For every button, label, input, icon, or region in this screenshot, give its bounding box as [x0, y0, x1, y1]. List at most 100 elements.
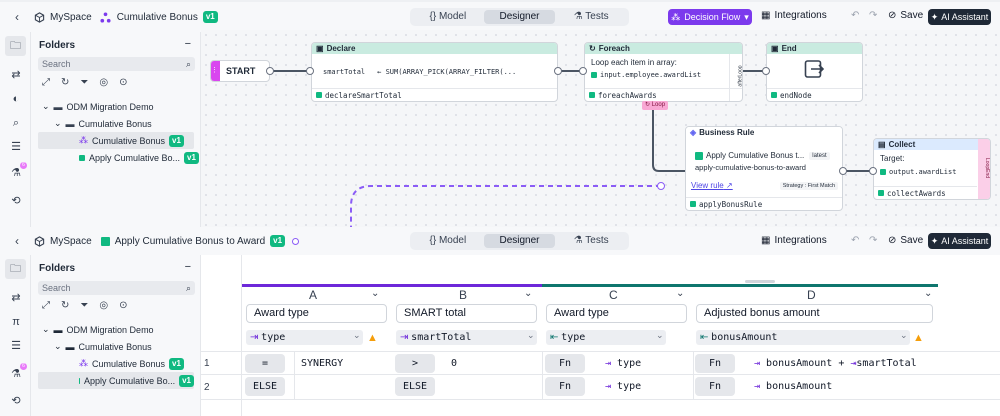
row1-a-operator[interactable]: =	[245, 354, 285, 373]
chevron-down-icon[interactable]: ⌄	[353, 330, 361, 341]
tree-item-cumulative-bonus[interactable]: ⁂ Cumulative Bonus v1	[31, 355, 201, 372]
column-name-b[interactable]: SMART total	[396, 304, 537, 323]
column-type-d[interactable]: ⇤ bonusAmount	[696, 330, 910, 345]
space-link[interactable]: MySpace	[50, 236, 92, 247]
redo-icon[interactable]: ↷	[869, 235, 877, 246]
row1-c-value[interactable]: ⇥ type	[605, 354, 641, 373]
refresh-icon[interactable]: ↻	[61, 77, 69, 88]
pi-icon[interactable]: π	[9, 315, 23, 329]
folder-icon[interactable]: 🗀	[5, 36, 26, 56]
start-port[interactable]	[266, 67, 274, 75]
row1-a-value[interactable]: SYNERGY	[301, 354, 343, 373]
column-type-b[interactable]: ⇥ smartTotal	[396, 330, 537, 345]
warning-icon[interactable]: ▲	[913, 332, 926, 344]
drag-handle-icon[interactable]: ⋮⋮	[211, 61, 225, 81]
branch-icon[interactable]: ⇄	[9, 291, 23, 305]
tab-tests[interactable]: ⚗ Tests	[555, 234, 627, 248]
tree-item-cumulative-folder[interactable]: ⌄ ▬ Cumulative Bonus	[31, 338, 201, 355]
collapse-icon[interactable]: −	[185, 38, 191, 50]
search-input[interactable]: Search ⌕	[38, 57, 195, 71]
foreach-node[interactable]: ↻ Foreach Loop each item in array: input.…	[584, 42, 743, 102]
ai-assistant-button[interactable]: ✦ AI Assistant	[928, 9, 991, 25]
filter-icon[interactable]: ⏷	[80, 77, 88, 88]
row2-b-operator[interactable]: ELSE	[395, 377, 435, 396]
tree-item-apply-bonus[interactable]: Apply Cumulative Bo... v1	[38, 372, 194, 389]
list-icon[interactable]: ☰	[9, 339, 23, 353]
back-icon[interactable]: ‹	[9, 10, 25, 24]
rule-out-port[interactable]	[839, 167, 847, 175]
tree-item-cumulative-folder[interactable]: ⌄ ▬ Cumulative Bonus	[31, 115, 201, 132]
view-rule-link[interactable]: View rule ↗	[691, 181, 733, 190]
declare-out-port[interactable]	[554, 67, 562, 75]
row1-d-operator[interactable]: Fn	[695, 354, 735, 373]
column-type-a[interactable]: ⇥ type	[246, 330, 363, 345]
target-icon[interactable]: ◎	[99, 77, 108, 88]
chevron-down-icon[interactable]: ⌄	[656, 330, 664, 341]
row1-b-operator[interactable]: >	[395, 354, 435, 373]
integrations-button[interactable]: ▦ Integrations	[761, 235, 827, 246]
refresh-icon[interactable]: ↻	[61, 300, 69, 311]
start-node[interactable]: ⋮⋮ START	[210, 60, 270, 82]
expand-icon[interactable]: ⤢	[42, 77, 50, 88]
target-icon[interactable]: ◎	[99, 300, 108, 311]
tab-model[interactable]: {} Model	[412, 234, 484, 248]
history-icon[interactable]: ⟲	[9, 394, 23, 408]
locate-icon[interactable]: ⊙	[119, 300, 127, 311]
column-name-a[interactable]: Award type	[246, 304, 387, 323]
filter-icon[interactable]: ⏷	[80, 300, 88, 311]
back-icon[interactable]: ‹	[9, 234, 25, 248]
declare-node[interactable]: ▣ Declare smartTotal ← SUM(ARRAY_PICK(ARR…	[311, 42, 558, 102]
declare-in-port[interactable]	[306, 67, 314, 75]
chevron-down-icon[interactable]: ⌄	[924, 288, 932, 299]
chevron-down-icon[interactable]: ⌄	[371, 288, 379, 299]
column-name-d[interactable]: Adjusted bonus amount	[696, 304, 933, 323]
search-input[interactable]: Search ⌕	[38, 281, 195, 295]
collect-node[interactable]: ▤ Collect Target: output.awardList collec…	[873, 138, 991, 200]
expand-icon[interactable]: ⤢	[42, 300, 50, 311]
search-doc-icon[interactable]: ⌕	[9, 116, 23, 130]
row2-c-value[interactable]: ⇥ type	[605, 377, 641, 396]
row2-a-operator[interactable]: ELSE	[245, 377, 285, 396]
column-name-c[interactable]: Award type	[546, 304, 687, 323]
foreach-in-port[interactable]	[579, 67, 587, 75]
tree-item-odm[interactable]: ⌄ ▬ ODM Migration Demo	[31, 321, 201, 338]
tab-designer[interactable]: Designer	[483, 234, 556, 248]
branch-icon[interactable]: ⇄	[9, 68, 23, 82]
redo-icon[interactable]: ↷	[869, 10, 877, 21]
end-node[interactable]: ▣ End endNode	[766, 42, 863, 102]
locate-icon[interactable]: ⊙	[119, 77, 127, 88]
folder-icon[interactable]: 🗀	[5, 259, 26, 279]
tab-model[interactable]: {} Model	[412, 10, 484, 24]
row2-d-operator[interactable]: Fn	[695, 377, 735, 396]
row2-d-value[interactable]: ⇥ bonusAmount	[754, 377, 832, 396]
column-type-c[interactable]: ⇤ type	[546, 330, 666, 345]
tree-item-cumulative-bonus[interactable]: ⁂ Cumulative Bonus v1	[38, 132, 194, 149]
save-button[interactable]: ⊘ Save	[888, 10, 923, 21]
row1-b-value[interactable]: 0	[451, 354, 457, 373]
tab-designer[interactable]: Designer	[483, 10, 556, 24]
row1-c-operator[interactable]: Fn	[545, 354, 585, 373]
row2-c-operator[interactable]: Fn	[545, 377, 585, 396]
undo-icon[interactable]: ↶	[851, 235, 859, 246]
end-in-port[interactable]	[762, 67, 770, 75]
ai-assistant-button[interactable]: ✦ AI Assistant	[928, 233, 991, 249]
rule-link-port[interactable]	[657, 182, 665, 190]
business-rule-node[interactable]: ◈ Business Rule Apply Cumulative Bonus t.…	[685, 126, 843, 211]
list-icon[interactable]: ☰	[9, 140, 23, 154]
collapse-icon[interactable]: −	[185, 261, 191, 273]
chevron-down-icon[interactable]: ⌄	[676, 288, 684, 299]
undo-icon[interactable]: ↶	[851, 10, 859, 21]
warning-icon[interactable]: ▲	[367, 332, 380, 344]
palette-icon[interactable]: ◐	[9, 92, 23, 106]
collect-in-port[interactable]	[869, 167, 877, 175]
tab-tests[interactable]: ⚗ Tests	[555, 10, 627, 24]
integrations-button[interactable]: ▦ Integrations	[761, 10, 827, 21]
row1-d-value[interactable]: ⇥ bonusAmount + ⇥smartTotal	[754, 354, 917, 373]
loop-pill[interactable]: ↻ Loop	[642, 101, 669, 110]
tree-item-odm[interactable]: ⌄ ▬ ODM Migration Demo	[31, 98, 201, 115]
chevron-down-icon[interactable]: ⌄	[524, 288, 532, 299]
tree-item-apply-bonus[interactable]: Apply Cumulative Bo... v1	[31, 149, 201, 166]
decision-flow-button[interactable]: ⁂ Decision Flow ▾	[668, 9, 752, 25]
chevron-down-icon[interactable]: ⌄	[527, 330, 535, 341]
history-icon[interactable]: ⟲	[9, 194, 23, 208]
